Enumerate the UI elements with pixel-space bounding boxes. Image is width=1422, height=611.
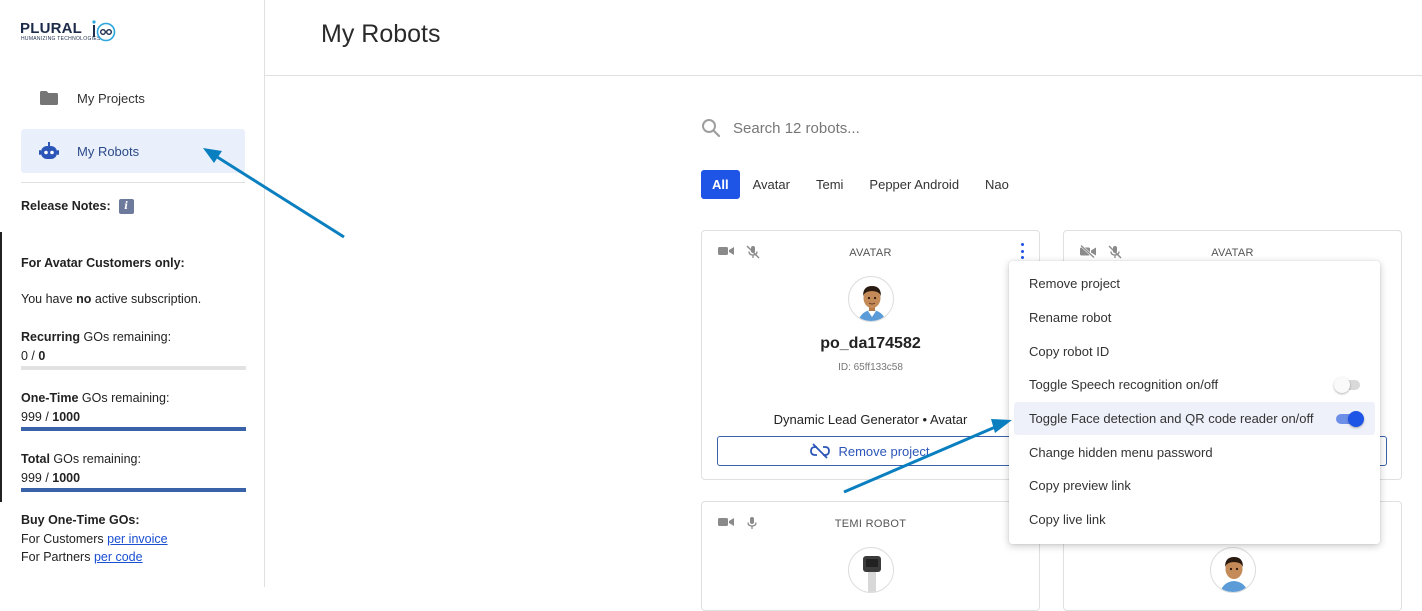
quota-total: 1000 [52,471,81,485]
menu-item-label: Rename robot [1029,310,1112,326]
onetime-gos-bar [21,427,246,431]
onetime-gos-value: 999 / 1000 [21,410,80,424]
remove-project-label: Remove project [838,443,930,459]
avatar-customers-heading: For Avatar Customers only: [21,256,185,270]
menu-copy-preview-link[interactable]: Copy preview link [1009,469,1380,503]
window-edge [0,232,2,502]
quota-label: GOs remaining: [49,452,141,466]
speech-recognition-toggle[interactable] [1334,376,1360,393]
buy-partners-line: For Partners per code [21,550,143,564]
recurring-gos-value: 0 / 0 [21,349,45,363]
sidebar-item-label: My Robots [77,143,140,159]
release-notes-label: Release Notes: [21,199,111,213]
menu-copy-robot-id[interactable]: Copy robot ID [1009,334,1380,368]
menu-remove-project[interactable]: Remove project [1009,267,1380,301]
robot-card[interactable]: AVATAR po_da174582 ID: 65ff133c58 Dynami… [701,230,1040,480]
search-icon [702,119,721,138]
robot-type-label: AVATAR [1211,247,1254,259]
search-input[interactable] [733,119,973,137]
plural-logo[interactable]: PLURAL HUMANIZING TECHNOLOGIES [20,20,116,44]
total-gos-label: Total GOs remaining: [21,452,141,466]
buy-partners-prefix: For Partners [21,550,94,564]
menu-item-label: Copy robot ID [1029,343,1110,359]
menu-copy-live-link[interactable]: Copy live link [1009,503,1380,537]
sidebar-divider [21,182,245,183]
total-gos-bar [21,488,246,492]
filter-temi[interactable]: Temi [803,170,856,199]
buy-gos-heading: Buy One-Time GOs: [21,513,140,527]
avatar-image [848,276,894,322]
robot-card[interactable]: TEMI ROBOT [701,501,1040,611]
filter-avatar[interactable]: Avatar [740,170,803,199]
menu-rename-robot[interactable]: Rename robot [1009,301,1380,335]
quota-label: GOs remaining: [80,330,172,344]
quota-sep: / [27,349,39,363]
sidebar-item-my-robots[interactable]: My Robots [21,129,245,173]
onetime-gos-label: One-Time GOs remaining: [21,391,169,405]
more-options-icon[interactable] [1019,243,1025,259]
quota-bold: Recurring [21,330,81,344]
quota-total: 1000 [52,410,81,424]
quota-bar-fill [21,427,246,431]
quota-bar-fill [21,488,246,492]
filter-nao[interactable]: Nao [972,170,1022,199]
robot-id: ID: 65ff133c58 [838,362,903,373]
buy-customers-prefix: For Customers [21,532,108,546]
menu-toggle-face-detection[interactable]: Toggle Face detection and QR code reader… [1014,401,1375,436]
quota-used: 999 [21,410,42,424]
face-detection-toggle[interactable] [1336,410,1364,427]
quota-bold: Total [21,452,50,466]
quota-total: 0 [38,349,46,363]
filter-all[interactable]: All [701,170,740,199]
avatar-image [1210,547,1256,593]
quota-used: 999 [21,471,42,485]
page-title: My Robots [321,20,441,48]
search-bar [701,112,1001,144]
menu-item-label: Copy live link [1029,512,1106,528]
sidebar: PLURAL HUMANIZING TECHNOLOGIES My Projec… [0,0,265,587]
quota-label: GOs remaining: [78,391,170,405]
brand-tagline: HUMANIZING TECHNOLOGIES [21,36,101,42]
menu-item-label: Toggle Face detection and QR code reader… [1029,411,1314,427]
quota-bold: One-Time [21,391,79,405]
filter-pepper-android[interactable]: Pepper Android [856,170,972,199]
robot-context-menu: Remove project Rename robot Copy robot I… [1009,261,1380,544]
remove-project-button[interactable]: Remove project [717,436,1023,466]
folder-icon [21,91,77,105]
menu-item-label: Remove project [1029,276,1121,292]
link-off-icon [810,443,831,459]
subscription-suffix: active subscription. [91,292,202,306]
logo-mark-icon [92,20,116,42]
menu-toggle-speech-recognition[interactable]: Toggle Speech recognition on/off [1009,368,1380,402]
info-icon[interactable]: i [118,199,134,215]
menu-item-label: Change hidden menu password [1029,444,1213,460]
recurring-gos-bar [21,366,246,370]
per-invoice-link[interactable]: per invoice [107,532,167,546]
brand-name: PLURAL [20,20,83,37]
robot-type-label: AVATAR [849,247,892,259]
buy-customers-line: For Customers per invoice [21,532,168,546]
sidebar-item-label: My Projects [77,90,145,106]
total-gos-value: 999 / 1000 [21,471,80,485]
robot-project: Dynamic Lead Generator • Avatar [773,412,968,427]
recurring-gos-label: Recurring GOs remaining: [21,330,171,344]
page-header: My Robots [265,0,1422,76]
menu-item-label: Copy preview link [1029,478,1131,494]
robot-icon [21,142,77,160]
sidebar-item-my-projects[interactable]: My Projects [21,76,245,120]
subscription-status: You have no active subscription. [21,292,201,306]
per-code-link[interactable]: per code [94,550,143,564]
quota-used: 0 [21,349,28,363]
quota-sep: / [41,410,53,424]
release-notes: Release Notes: i [21,199,134,215]
robot-type-filters: All Avatar Temi Pepper Android Nao [701,170,1022,199]
quota-sep: / [41,471,53,485]
menu-change-hidden-password[interactable]: Change hidden menu password [1009,435,1380,469]
subscription-emphasis: no [76,292,92,306]
robot-type-label: TEMI ROBOT [834,518,907,530]
subscription-prefix: You have [21,292,77,306]
temi-robot-image [848,547,894,593]
robot-name: po_da174582 [820,335,921,352]
menu-item-label: Toggle Speech recognition on/off [1029,377,1219,393]
